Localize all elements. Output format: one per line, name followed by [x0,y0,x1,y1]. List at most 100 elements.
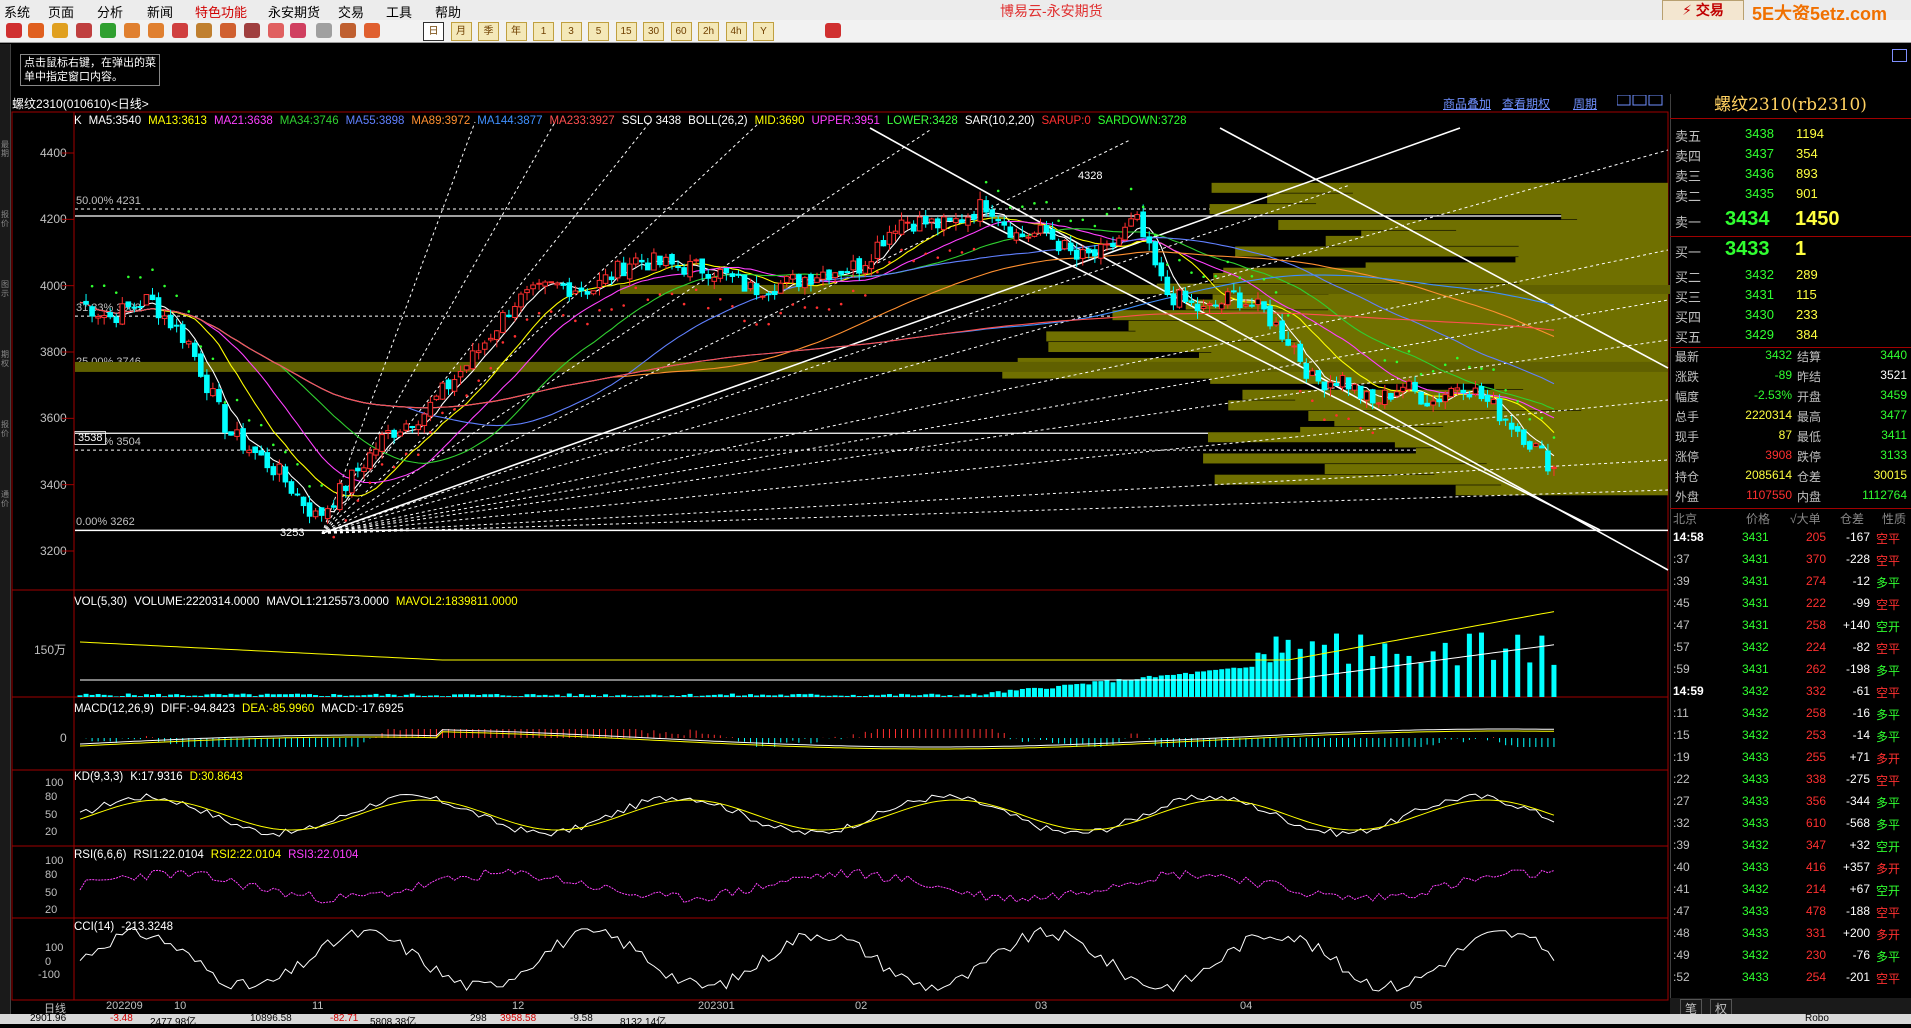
ask-price: 3438 [1745,126,1774,141]
mavol1-line [80,644,1555,681]
sar-dot [1105,212,1109,216]
stat-value: 1107550 [1746,488,1792,502]
candle-body [934,218,941,229]
volume-bar [113,696,119,697]
sar-dot [1298,389,1302,393]
volume-bar [1255,652,1261,697]
volume-bar [832,695,838,697]
d-line [79,799,1555,831]
status-segment-4: -82.71 [330,1013,359,1024]
sar-dot [1190,271,1193,274]
tick-volume: 230 [1805,948,1826,962]
ask-volume: 1194 [1796,126,1824,141]
volume-bar [470,694,476,697]
volume-bar [1261,654,1267,697]
tick-row: :52 3433 254 -201 空平 [1670,970,1911,992]
tick-time: :32 [1673,816,1690,830]
volume-bar [143,694,149,697]
volume-bar [1527,662,1533,697]
candle-body [89,306,95,317]
ask-price: 3435 [1745,186,1774,201]
volume-bar [1068,684,1074,697]
candle-body [439,382,446,400]
volume-bar [1164,674,1170,697]
tick-oi-change: +357 [1842,860,1870,874]
tick-header-cell: 北京 [1673,512,1698,526]
sar-dot [1323,418,1326,422]
sar-dot [1407,350,1411,353]
sar-dot [1431,369,1435,373]
volume-bar [935,694,941,697]
stat-row-7: 外盘 1107550 内盘 1112764 [1670,488,1911,508]
tick-time: :48 [1673,926,1690,940]
volume-bar [1001,692,1007,697]
sar-dot [1504,388,1507,392]
volume-bar [192,695,198,697]
window-max-button[interactable] [1892,49,1907,62]
volume-bar [1430,651,1436,697]
tick-price: 3432 [1742,882,1769,896]
volume-bar [500,695,506,697]
ask-volume: 901 [1796,186,1818,201]
volume-bar [947,695,953,697]
sar-dot [1033,202,1036,205]
stat-label: 现手 [1675,430,1700,444]
kline-chart[interactable] [0,0,1670,1024]
sar-dot [743,319,746,323]
volume-bar [1515,634,1521,697]
volume-bar [131,695,137,697]
volume-bar [367,694,373,697]
tick-oi-change: +67 [1849,882,1870,896]
volume-bar [639,695,645,697]
candle-body [270,466,277,476]
candle-body [898,219,905,235]
trade-button[interactable]: ⚡ 交易 [1662,0,1744,21]
tick-header-cell: √大单 [1790,512,1821,526]
tick-nature: 多平 [1876,950,1901,964]
volume-bar [228,693,234,697]
candle-body [1230,290,1237,293]
sar-dot [1335,414,1338,417]
tick-price: 3431 [1742,552,1769,566]
tick-volume: 224 [1805,640,1826,654]
candle-body [1460,389,1467,394]
stat-label: 内盘 [1797,490,1822,504]
volume-bar [397,696,403,697]
volume-bar [862,695,868,697]
ask-label: 卖三 [1675,169,1702,184]
trade-button-label: 交易 [1695,2,1724,18]
candle-body [959,219,965,224]
candle-body [832,272,838,278]
candle-body [572,290,579,295]
tick-price: 3431 [1742,574,1769,588]
candle-body [904,221,911,224]
volume-bar [1279,652,1285,697]
tick-row: :49 3432 230 -76 多平 [1670,948,1911,970]
pane-frame-2 [11,696,1669,771]
bid-price: 3430 [1745,307,1774,322]
candle-body [1224,291,1231,306]
tick-row: :47 3431 258 +140 空开 [1670,618,1911,640]
sar-dot [984,180,988,184]
volume-bar [536,695,542,697]
candle-body [101,315,107,319]
tick-time: :47 [1673,904,1690,918]
tick-price: 3431 [1742,530,1769,544]
candle-body [717,268,724,279]
sar-dot [658,293,662,296]
tick-row: :47 3433 478 -188 空平 [1670,904,1911,926]
sar-dot [1286,314,1290,317]
tick-header-cell: 仓差 [1840,512,1865,526]
candle-body [1321,381,1328,391]
sar-dot [404,452,408,456]
volume-bar [107,695,113,697]
macd-pane [79,728,1555,750]
ask-price: 3434 [1725,208,1770,230]
sar-dot [960,251,964,254]
volume-bar [433,695,439,697]
tick-oi-change: +32 [1849,838,1870,852]
stat-label: 最低 [1797,430,1822,444]
ask-label: 卖四 [1675,149,1702,164]
volume-bar [337,694,343,697]
volume-bar [621,694,627,697]
